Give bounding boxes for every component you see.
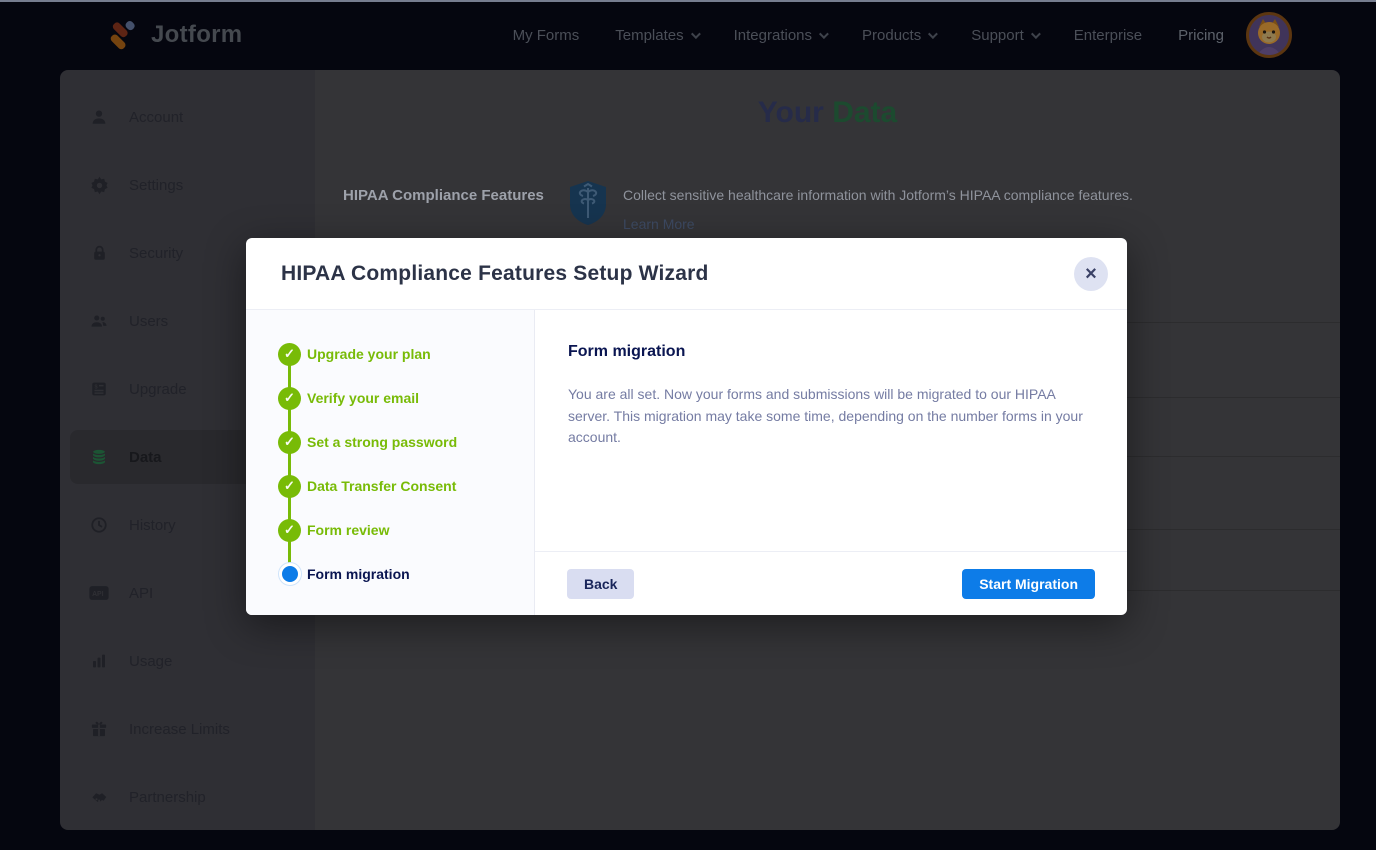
step-label: Data Transfer Consent: [307, 478, 456, 494]
wizard-steps-panel: ✓ Upgrade your plan ✓ Verify your email …: [246, 310, 535, 615]
modal-header: HIPAA Compliance Features Setup Wizard ×: [246, 238, 1127, 310]
modal-footer: Back Start Migration: [535, 551, 1127, 615]
step-label: Verify your email: [307, 390, 419, 406]
step-check-icon: ✓: [278, 343, 301, 366]
modal-body: ✓ Upgrade your plan ✓ Verify your email …: [246, 310, 1127, 615]
step-label: Upgrade your plan: [307, 346, 431, 362]
wizard-step-content: Form migration You are all set. Now your…: [535, 310, 1127, 615]
close-x-glyph: ×: [1085, 264, 1097, 284]
step-check-icon: ✓: [278, 431, 301, 454]
start-migration-button[interactable]: Start Migration: [962, 569, 1095, 599]
hipaa-setup-wizard-modal: HIPAA Compliance Features Setup Wizard ×…: [246, 238, 1127, 615]
step-check-icon: ✓: [278, 475, 301, 498]
step-content-heading: Form migration: [568, 343, 685, 361]
step-check-icon: ✓: [278, 519, 301, 542]
step-label: Form review: [307, 522, 389, 538]
back-button[interactable]: Back: [567, 569, 634, 599]
step-content-body: You are all set. Now your forms and subm…: [568, 384, 1096, 449]
window-top-edge: [0, 0, 1376, 2]
close-icon[interactable]: ×: [1074, 257, 1108, 291]
step-label: Form migration: [307, 566, 410, 582]
step-active-dot: [279, 563, 301, 585]
step-label: Set a strong password: [307, 434, 457, 450]
step-check-icon: ✓: [278, 387, 301, 410]
modal-title: HIPAA Compliance Features Setup Wizard: [281, 262, 1074, 286]
